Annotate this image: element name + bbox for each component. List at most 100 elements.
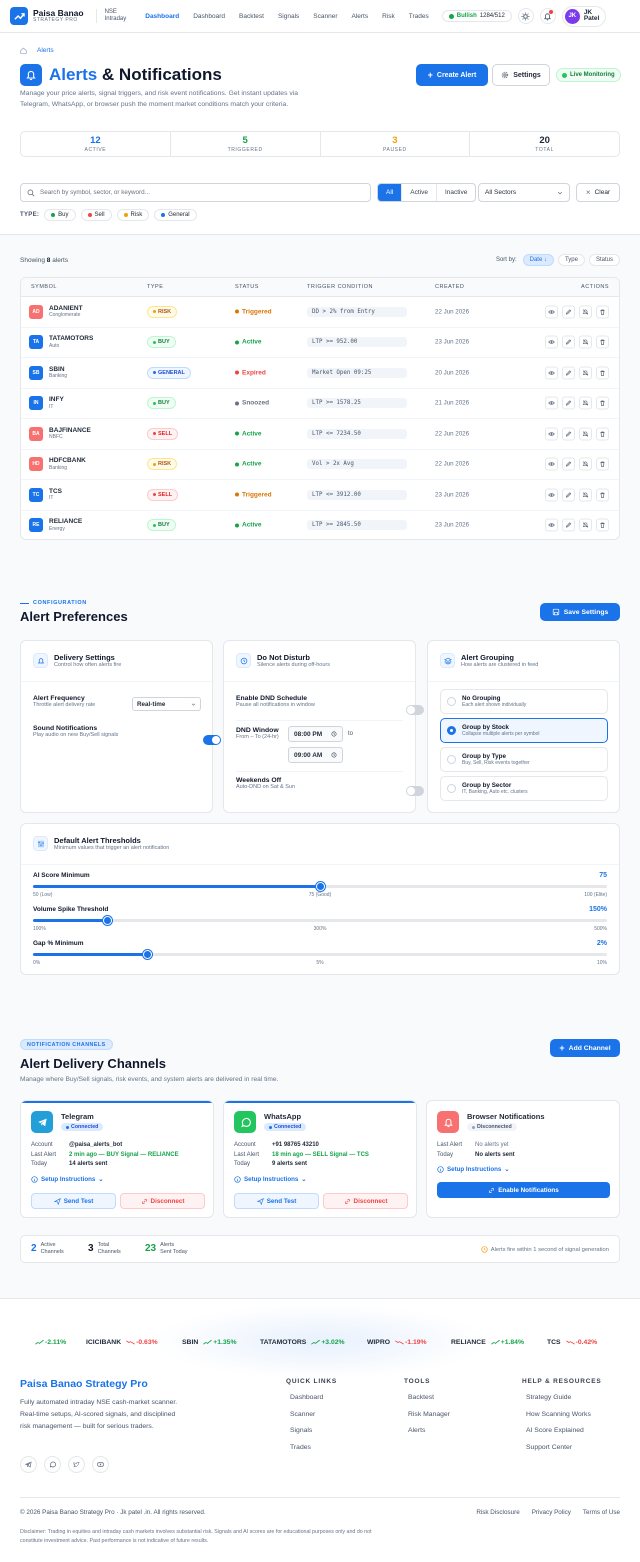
privacy-policy-link[interactable]: Privacy Policy bbox=[532, 1509, 571, 1516]
mute-button[interactable] bbox=[579, 427, 592, 441]
filter-all[interactable]: All bbox=[378, 184, 402, 201]
table-row[interactable]: IN INFY IT BUY Snoozed LTP >= 1578.25 21 … bbox=[21, 389, 619, 419]
footer-link[interactable]: Strategy Guide bbox=[526, 1390, 602, 1407]
frequency-select[interactable]: Real-time bbox=[132, 697, 201, 711]
group-option-stock[interactable]: Group by Stock Collapse multiple alerts p… bbox=[440, 718, 608, 743]
send-test-button[interactable]: Send Test bbox=[234, 1193, 319, 1209]
dnd-to-input[interactable]: 09:00 AM bbox=[288, 747, 343, 763]
mute-button[interactable] bbox=[579, 366, 592, 380]
col-status[interactable]: STATUS bbox=[235, 284, 259, 290]
footer-link[interactable]: Scanner bbox=[290, 1407, 337, 1424]
col-created[interactable]: CREATED bbox=[435, 284, 464, 290]
nav-link-backtest[interactable]: Backtest bbox=[232, 13, 271, 20]
footer-link[interactable]: Backtest bbox=[408, 1390, 450, 1407]
edit-button[interactable] bbox=[562, 305, 575, 319]
slider-track[interactable] bbox=[33, 950, 607, 959]
view-button[interactable] bbox=[545, 366, 558, 380]
group-option-none[interactable]: No Grouping Each alert shown individually bbox=[440, 689, 608, 714]
enable-notifications-button[interactable]: Enable Notifications bbox=[437, 1182, 610, 1198]
sector-select[interactable]: All Sectors bbox=[478, 183, 570, 202]
nav-link-alerts[interactable]: Alerts bbox=[345, 13, 376, 20]
view-button[interactable] bbox=[545, 488, 558, 502]
sort-type[interactable]: Type bbox=[557, 254, 585, 266]
nav-link-signals[interactable]: Signals bbox=[271, 13, 306, 20]
mute-button[interactable] bbox=[579, 488, 592, 502]
dnd-from-input[interactable]: 08:00 PM bbox=[288, 726, 343, 742]
create-alert-button[interactable]: + Create Alert bbox=[416, 64, 488, 86]
table-row[interactable]: BA BAJFINANCE NBFC SELL Active LTP <= 723… bbox=[21, 419, 619, 450]
delete-button[interactable] bbox=[596, 305, 609, 319]
col-type[interactable]: TYPE bbox=[147, 284, 163, 290]
mute-button[interactable] bbox=[579, 335, 592, 349]
table-row[interactable]: AD ADANIENT Conglomerate RISK Triggered D… bbox=[21, 297, 619, 328]
mute-button[interactable] bbox=[579, 457, 592, 471]
type-chip-risk[interactable]: Risk bbox=[116, 209, 150, 221]
delete-button[interactable] bbox=[596, 396, 609, 410]
delete-button[interactable] bbox=[596, 518, 609, 532]
slider-track[interactable] bbox=[33, 882, 607, 891]
nav-link-dashboard[interactable]: Dashboard bbox=[186, 13, 232, 20]
nav-link-trades[interactable]: Trades bbox=[402, 13, 436, 20]
risk-disclosure-link[interactable]: Risk Disclosure bbox=[476, 1509, 519, 1516]
setup-instructions-link[interactable]: Setup Instructions ⌄ bbox=[234, 1176, 307, 1183]
setup-instructions-link[interactable]: Setup Instructions ⌄ bbox=[31, 1176, 104, 1183]
youtube-icon[interactable] bbox=[92, 1456, 109, 1473]
delete-button[interactable] bbox=[596, 427, 609, 441]
sort-date[interactable]: Date ↓ bbox=[522, 254, 554, 266]
view-button[interactable] bbox=[545, 396, 558, 410]
notifications-button[interactable] bbox=[539, 8, 556, 24]
edit-button[interactable] bbox=[562, 335, 575, 349]
footer-link[interactable]: Dashboard bbox=[290, 1390, 337, 1407]
type-chip-sell[interactable]: Sell bbox=[80, 209, 112, 221]
delete-button[interactable] bbox=[596, 457, 609, 471]
save-settings-button[interactable]: Save Settings bbox=[540, 603, 620, 621]
sound-toggle[interactable] bbox=[203, 735, 221, 745]
view-button[interactable] bbox=[545, 518, 558, 532]
table-row[interactable]: HD HDFCBANK Banking RISK Active Vol > 2x … bbox=[21, 450, 619, 480]
footer-link[interactable]: Risk Manager bbox=[408, 1407, 450, 1424]
nav-link-dashboard-home[interactable]: Dashboard bbox=[138, 13, 186, 20]
filter-active[interactable]: Active bbox=[401, 184, 436, 201]
delete-button[interactable] bbox=[596, 366, 609, 380]
footer-link[interactable]: Support Center bbox=[526, 1440, 602, 1457]
footer-link[interactable]: Alerts bbox=[408, 1423, 450, 1440]
edit-button[interactable] bbox=[562, 457, 575, 471]
add-channel-button[interactable]: + Add Channel bbox=[550, 1039, 620, 1057]
slider-track[interactable] bbox=[33, 916, 607, 925]
edit-button[interactable] bbox=[562, 427, 575, 441]
nav-link-risk[interactable]: Risk bbox=[375, 13, 402, 20]
logo-icon[interactable] bbox=[10, 7, 28, 25]
edit-button[interactable] bbox=[562, 488, 575, 502]
whatsapp-icon[interactable] bbox=[44, 1456, 61, 1473]
sort-status[interactable]: Status bbox=[588, 254, 620, 266]
slider-handle[interactable] bbox=[103, 916, 113, 925]
view-button[interactable] bbox=[545, 335, 558, 349]
group-option-type[interactable]: Group by Type Buy, Sell, Risk events toge… bbox=[440, 747, 608, 772]
disconnect-button[interactable]: Disconnect bbox=[323, 1193, 408, 1209]
dnd-toggle[interactable] bbox=[406, 705, 424, 715]
mute-button[interactable] bbox=[579, 396, 592, 410]
delete-button[interactable] bbox=[596, 488, 609, 502]
slider-handle[interactable] bbox=[143, 950, 153, 959]
footer-link[interactable]: Signals bbox=[290, 1423, 337, 1440]
table-row[interactable]: SB SBIN Banking GENERAL Expired Market Op… bbox=[21, 358, 619, 389]
footer-link[interactable]: Trades bbox=[290, 1440, 337, 1457]
slider-handle[interactable] bbox=[315, 882, 325, 891]
telegram-icon[interactable] bbox=[20, 1456, 37, 1473]
disconnect-button[interactable]: Disconnect bbox=[120, 1193, 205, 1209]
filter-inactive[interactable]: Inactive bbox=[435, 184, 475, 201]
terms-link[interactable]: Terms of Use bbox=[583, 1509, 620, 1516]
table-row[interactable]: TC TCS IT SELL Triggered LTP <= 3912.00 2… bbox=[21, 480, 619, 511]
group-option-sector[interactable]: Group by Sector IT, Banking, Auto etc. cl… bbox=[440, 776, 608, 801]
table-row[interactable]: TA TATAMOTORS Auto BUY Active LTP >= 952.… bbox=[21, 328, 619, 358]
settings-button[interactable]: Settings bbox=[492, 64, 550, 86]
view-button[interactable] bbox=[545, 457, 558, 471]
search-input[interactable]: Search by symbol, sector, or keyword... bbox=[20, 183, 371, 202]
nav-link-scanner[interactable]: Scanner bbox=[306, 13, 344, 20]
edit-button[interactable] bbox=[562, 366, 575, 380]
mute-button[interactable] bbox=[579, 518, 592, 532]
edit-button[interactable] bbox=[562, 518, 575, 532]
clear-button[interactable]: × Clear bbox=[576, 183, 620, 202]
theme-toggle-button[interactable] bbox=[517, 8, 534, 24]
view-button[interactable] bbox=[545, 427, 558, 441]
